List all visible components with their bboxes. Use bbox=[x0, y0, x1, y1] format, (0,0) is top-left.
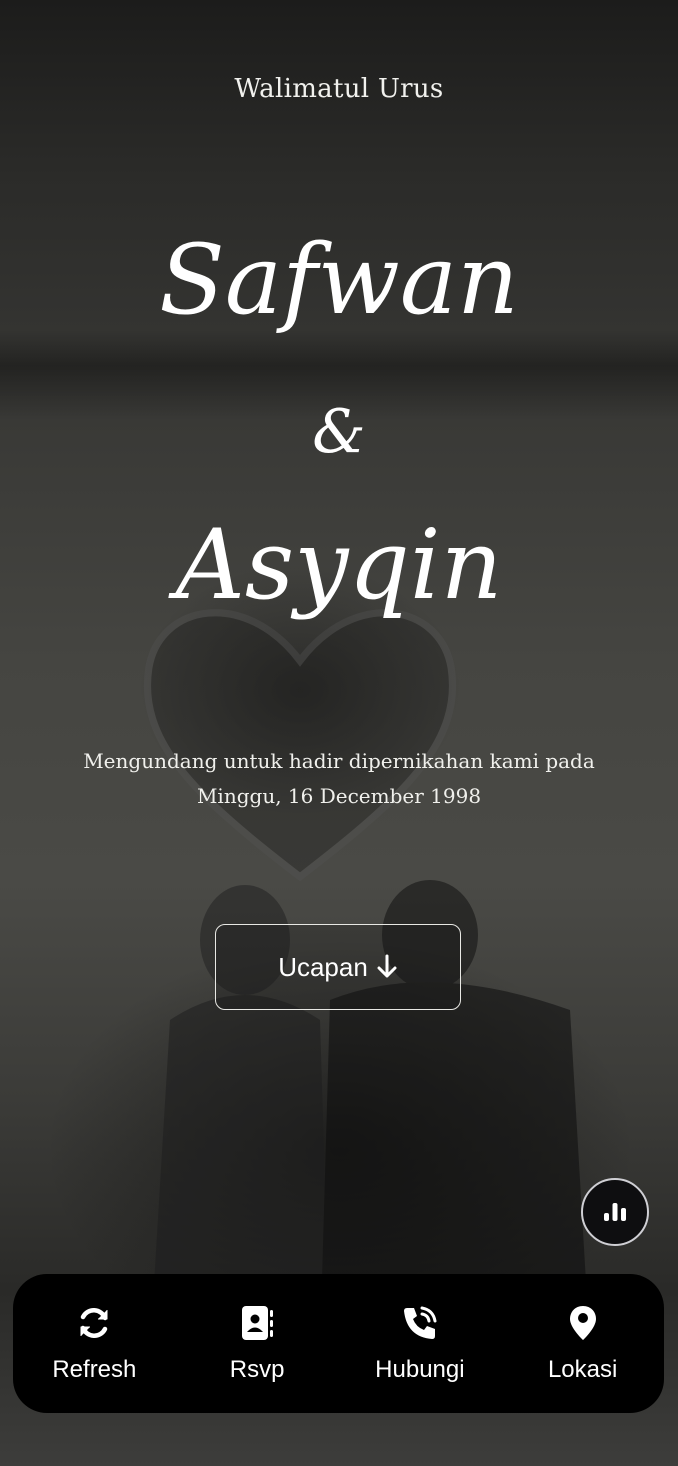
event-date: Minggu, 16 December 1998 bbox=[196, 784, 482, 808]
contact-book-icon bbox=[239, 1304, 275, 1342]
event-subtitle: Walimatul Urus bbox=[234, 74, 444, 104]
phone-call-icon bbox=[401, 1304, 439, 1342]
ucapan-label: Ucapan bbox=[278, 951, 368, 982]
arrow-down-icon bbox=[376, 954, 398, 980]
bride-name: Asyqin bbox=[175, 509, 503, 621]
stats-fab-button[interactable] bbox=[581, 1178, 649, 1246]
refresh-icon bbox=[76, 1304, 112, 1342]
nav-label: Rsvp bbox=[229, 1355, 285, 1383]
nav-item-rsvp[interactable]: Rsvp bbox=[182, 1304, 332, 1384]
map-pin-icon bbox=[568, 1304, 598, 1342]
ucapan-button[interactable]: Ucapan bbox=[215, 924, 461, 1010]
bar-chart-icon bbox=[600, 1197, 630, 1228]
nav-item-hubungi[interactable]: Hubungi bbox=[345, 1304, 495, 1384]
groom-name: Safwan bbox=[159, 224, 519, 336]
bottom-navigation: Refresh Rsvp Hubungi Lokasi bbox=[13, 1274, 664, 1413]
invitation-text: Mengundang untuk hadir dipernikahan kami… bbox=[0, 744, 678, 814]
invitation-line: Mengundang untuk hadir dipernikahan kami… bbox=[83, 749, 595, 773]
nav-label: Lokasi bbox=[547, 1355, 618, 1383]
nav-label: Refresh bbox=[52, 1355, 137, 1383]
nav-item-lokasi[interactable]: Lokasi bbox=[508, 1304, 658, 1384]
nav-label: Hubungi bbox=[375, 1355, 465, 1383]
nav-item-refresh[interactable]: Refresh bbox=[19, 1304, 169, 1384]
ampersand: & bbox=[312, 397, 366, 467]
